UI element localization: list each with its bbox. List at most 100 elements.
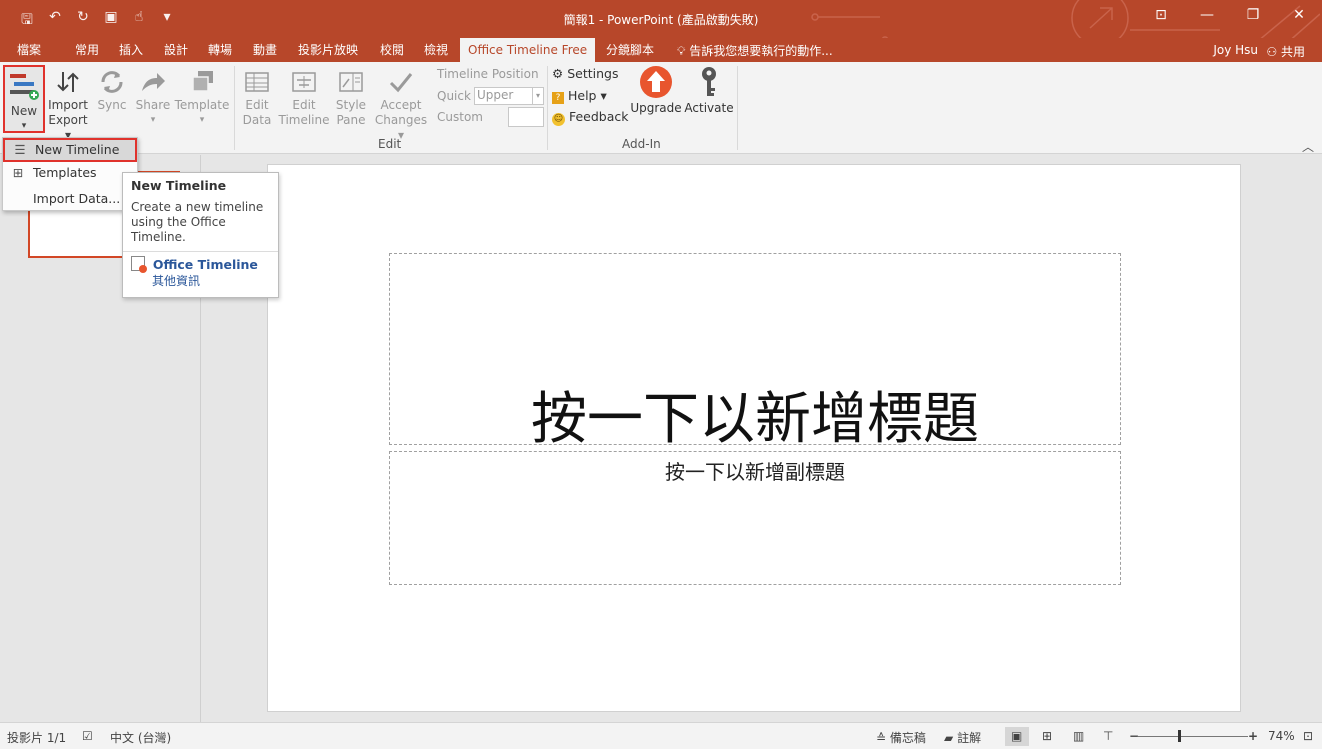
office-timeline-icon: [131, 256, 147, 273]
template-button[interactable]: Template ▾: [174, 62, 230, 132]
checkmark-icon: [389, 73, 413, 93]
key-icon: [702, 67, 716, 96]
tooltip-link[interactable]: Office Timeline: [153, 257, 258, 272]
window-controls: ⊡ — ❐ ✕: [1138, 7, 1322, 23]
reading-view-icon[interactable]: ▥: [1073, 729, 1084, 743]
edit-timeline-label-2: Timeline: [278, 113, 330, 127]
group-label-edit: Edit: [378, 137, 402, 151]
group-label-addin: Add-In: [622, 137, 661, 151]
zoom-slider-thumb[interactable]: [1178, 730, 1181, 742]
subtitle-placeholder[interactable]: 按一下以新增副標題: [389, 451, 1121, 585]
fit-to-window-icon[interactable]: ⊡: [1303, 729, 1313, 743]
accept-changes-button[interactable]: Accept Changes ▾: [371, 62, 431, 142]
chevron-down-icon: ▾: [532, 88, 543, 104]
comment-icon: ▰: [944, 731, 954, 745]
group-separator: [234, 66, 235, 150]
edit-timeline-icon: [292, 72, 316, 92]
ribbon-tabs: 檔案 常用 插入 設計 轉場 動畫 投影片放映 校閱 檢視 Office Tim…: [0, 38, 1322, 62]
tab-review[interactable]: 校閱: [380, 38, 404, 62]
upgrade-label: Upgrade: [630, 101, 682, 115]
style-pane-icon: [339, 72, 363, 92]
settings-button[interactable]: ⚙ Settings: [552, 66, 618, 81]
slideshow-view-icon[interactable]: ⊤: [1103, 729, 1113, 743]
tab-home[interactable]: 常用: [75, 38, 99, 62]
menu-item-label: Import Data...: [33, 191, 121, 206]
style-pane-label-1: Style: [335, 98, 367, 112]
title-placeholder[interactable]: 按一下以新增標題: [389, 253, 1121, 452]
new-button[interactable]: New ▾: [3, 65, 45, 133]
menu-item-import-data[interactable]: Import Data...: [3, 187, 137, 211]
edit-timeline-label-1: Edit: [292, 98, 316, 112]
custom-label: Custom: [437, 110, 483, 124]
tooltip-description: Create a new timeline using the Office T…: [131, 200, 264, 244]
tab-storyboard[interactable]: 分鏡腳本: [606, 38, 654, 62]
tab-view[interactable]: 檢視: [424, 38, 448, 62]
tooltip-title: New Timeline: [131, 178, 227, 193]
slide-info[interactable]: 投影片 1/1: [7, 729, 66, 746]
lightbulb-icon: 💡︎: [677, 44, 686, 58]
close-icon[interactable]: ✕: [1276, 7, 1322, 23]
user-name[interactable]: Joy Hsu: [1213, 43, 1258, 57]
tab-insert[interactable]: 插入: [119, 38, 143, 62]
tab-transitions[interactable]: 轉場: [208, 38, 232, 62]
title-bar: 🖫 ↶ ↻ ▣ ☝ ▾ 簡報1 - PowerPoint (產品啟動失敗) ⊡ …: [0, 0, 1322, 59]
tell-me-text: 告訴我您想要執行的動作...: [689, 44, 833, 58]
menu-item-templates[interactable]: ⊞ Templates: [3, 161, 137, 185]
import-export-button[interactable]: Import Export ▾: [46, 62, 90, 142]
new-dropdown-arrow: ▾: [21, 121, 27, 131]
slide-sorter-icon[interactable]: ⊞: [1042, 729, 1052, 743]
tell-me-box[interactable]: 💡︎ 告訴我您想要執行的動作...: [677, 42, 833, 59]
zoom-level[interactable]: 74%: [1268, 729, 1295, 743]
group-separator: [547, 66, 548, 150]
collapse-ribbon-icon[interactable]: ︿: [1302, 138, 1314, 155]
help-label: Help ▾: [567, 88, 607, 103]
quick-label: Quick: [437, 89, 471, 103]
new-label: New: [10, 104, 38, 118]
slide-canvas[interactable]: 按一下以新增標題 按一下以新增副標題: [267, 164, 1241, 712]
tab-slideshow[interactable]: 投影片放映: [298, 38, 358, 62]
tab-design[interactable]: 設計: [164, 38, 188, 62]
edit-timeline-button[interactable]: Edit Timeline: [278, 62, 330, 132]
help-button[interactable]: ? Help ▾: [552, 88, 607, 104]
spellcheck-icon[interactable]: ☑: [82, 729, 93, 743]
new-dropdown-menu: ☰ New Timeline ⊞ Templates Import Data..…: [2, 137, 138, 211]
tooltip-link-row[interactable]: Office Timeline: [131, 256, 270, 273]
edit-data-label-2: Data: [242, 113, 272, 127]
menu-item-label: New Timeline: [35, 142, 120, 157]
zoom-in-button[interactable]: +: [1248, 729, 1258, 743]
quick-position-select[interactable]: Upper ▾: [474, 87, 544, 105]
notes-icon: ≙: [876, 731, 887, 745]
tab-file[interactable]: 檔案: [17, 38, 41, 62]
edit-data-button[interactable]: Edit Data: [240, 62, 274, 132]
restore-icon[interactable]: ❐: [1230, 7, 1276, 23]
menu-item-new-timeline[interactable]: ☰ New Timeline: [3, 138, 137, 162]
sync-button[interactable]: Sync: [96, 62, 128, 132]
language-indicator[interactable]: 中文 (台灣): [110, 729, 171, 746]
notes-button[interactable]: ≙ 備忘稿: [876, 729, 926, 746]
custom-position-input[interactable]: [508, 107, 544, 127]
activate-button[interactable]: Activate: [684, 62, 734, 132]
feedback-button[interactable]: ☺ Feedback: [552, 109, 629, 126]
accept-changes-label-1: Accept: [380, 98, 422, 112]
style-pane-button[interactable]: Style Pane: [334, 62, 368, 132]
tooltip-more-info-link[interactable]: 其他資訊: [131, 272, 270, 289]
activate-label: Activate: [684, 101, 734, 115]
minimize-icon[interactable]: —: [1184, 7, 1230, 23]
comments-button[interactable]: ▰ 註解: [944, 729, 981, 746]
edit-data-label-1: Edit: [245, 98, 269, 112]
share-button[interactable]: ⚇ 共用: [1259, 41, 1312, 60]
template-dropdown-arrow: ▾: [199, 115, 205, 125]
import-label: Import: [48, 98, 88, 112]
tab-office-timeline[interactable]: Office Timeline Free: [460, 38, 596, 62]
tab-animations[interactable]: 動畫: [253, 38, 277, 62]
normal-view-icon[interactable]: ▣: [1011, 729, 1022, 743]
templates-grid-icon: ⊞: [12, 165, 24, 180]
ribbon-display-icon[interactable]: ⊡: [1138, 7, 1184, 23]
upgrade-arrow-icon: [640, 66, 672, 98]
zoom-slider[interactable]: [1138, 736, 1248, 737]
upgrade-button[interactable]: Upgrade: [628, 62, 684, 132]
share-arrow-icon: [142, 73, 165, 91]
settings-label: Settings: [567, 66, 619, 81]
share-timeline-button[interactable]: Share ▾: [134, 62, 172, 132]
template-label: Template: [174, 98, 230, 112]
